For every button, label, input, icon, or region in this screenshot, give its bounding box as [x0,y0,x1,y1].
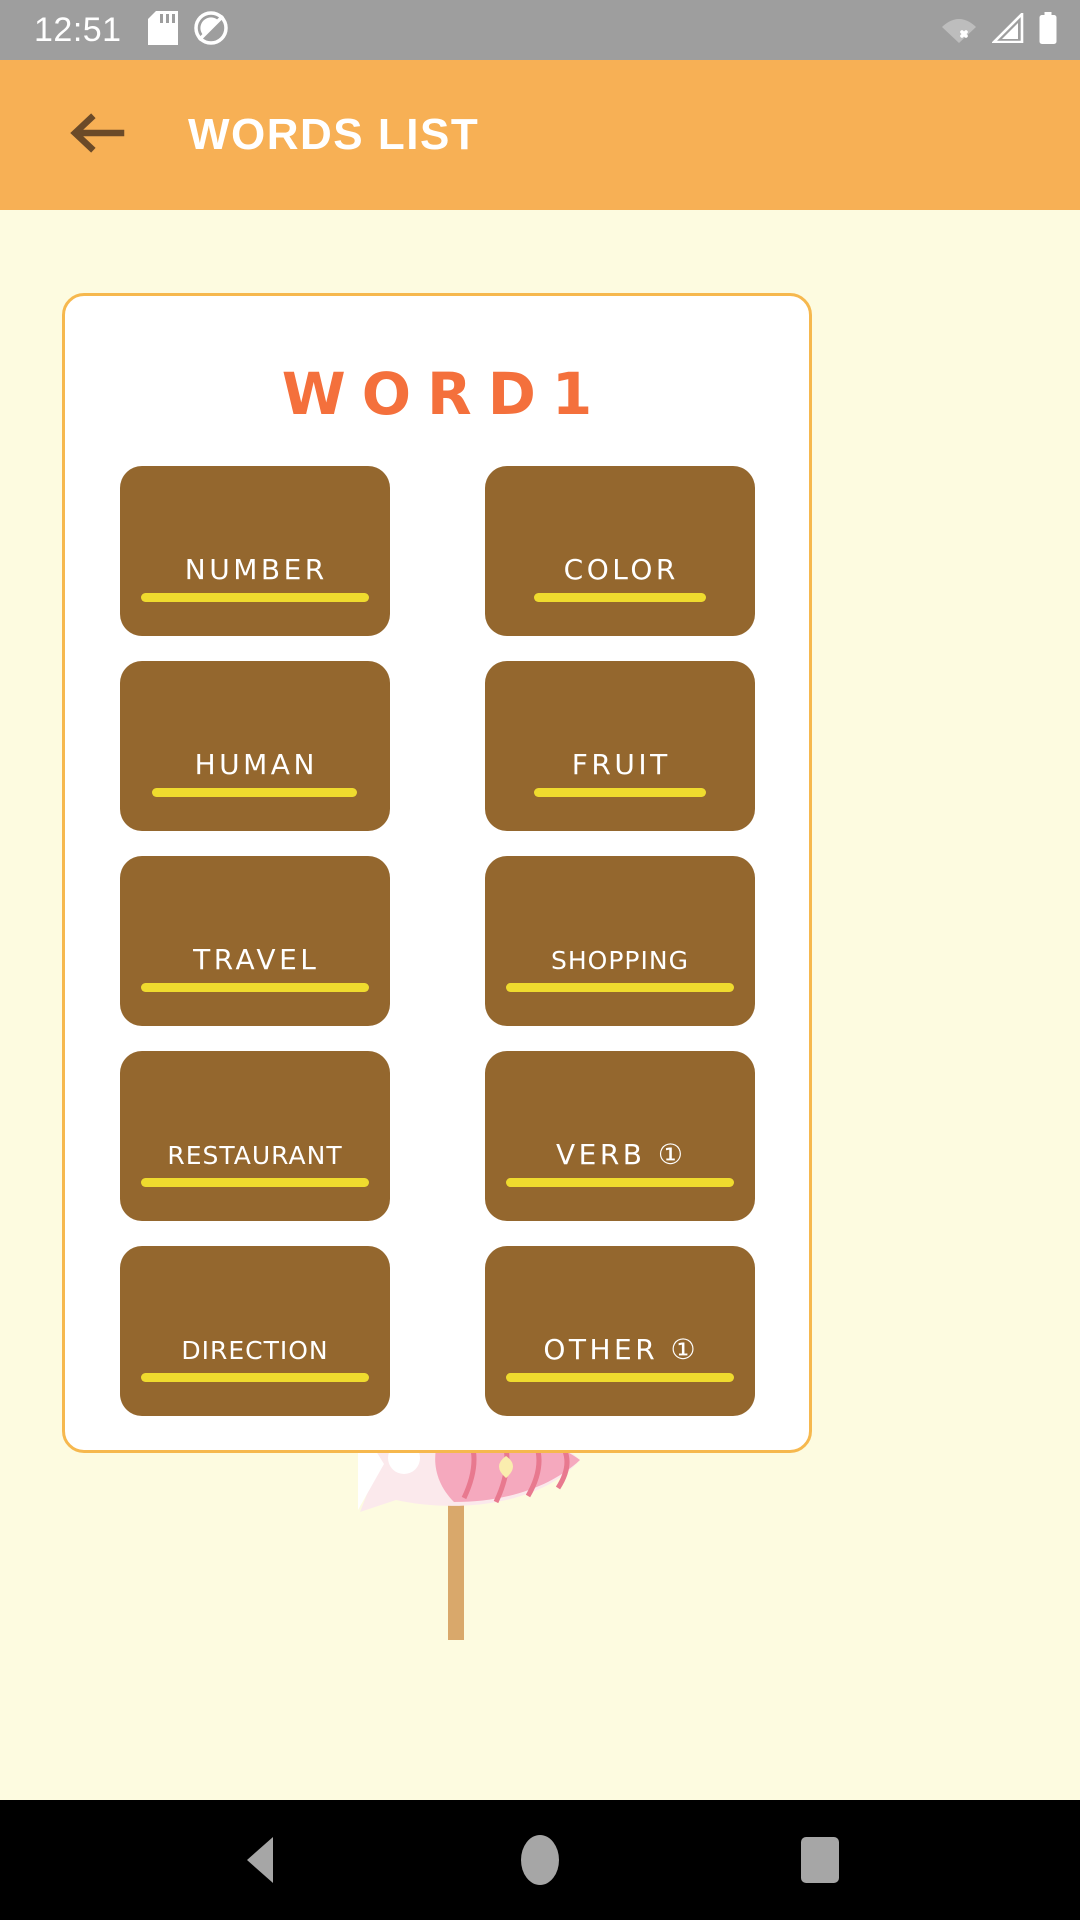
word-button-other-1[interactable]: OTHER ① [484,1246,755,1416]
data-saver-off-icon [193,10,228,50]
nav-back-button[interactable] [215,1815,305,1905]
word-button-underline [152,788,357,797]
nav-home-button[interactable] [495,1815,585,1905]
word-button-underline [140,983,369,992]
phone-screen: 12:51 WORDS LIST WORD1 NUMBER COLOR HUMA… [0,0,1080,1920]
word-button-underline [505,1178,734,1187]
word-button-underline [533,593,706,602]
wifi-off-icon [940,13,978,48]
status-bar: 12:51 [0,0,1080,60]
word-button-underline [505,1373,734,1382]
content-area: WORD1 NUMBER COLOR HUMAN FRUIT TRAVEL SH… [0,210,1080,1800]
status-clock: 12:51 [34,11,122,49]
word-button-underline [140,593,369,602]
word-button-travel[interactable]: TRAVEL [119,856,390,1026]
word-button-color[interactable]: COLOR [484,466,755,636]
word-button-label: OTHER ① [543,1332,700,1366]
word-button-underline [533,788,706,797]
nav-recents-button[interactable] [775,1815,865,1905]
card-title: WORD1 [281,360,609,428]
word-button-underline [505,983,734,992]
status-left-icons [147,10,228,50]
cellular-signal-icon [990,10,1024,48]
word-button-shopping[interactable]: SHOPPING [484,856,755,1026]
word-button-label: FRUIT [571,747,671,781]
word-button-verb-1[interactable]: VERB ① [484,1051,755,1221]
sd-card-icon [147,10,178,50]
word-button-label: HUMAN [194,747,318,781]
home-circle-icon [521,1835,559,1885]
battery-full-icon [1038,11,1058,49]
word-list-card: WORD1 NUMBER COLOR HUMAN FRUIT TRAVEL SH… [62,293,812,1453]
word-button-label: COLOR [563,552,679,586]
word-button-label: VERB ① [555,1137,687,1171]
status-right-icons [940,10,1058,49]
word-button-number[interactable]: NUMBER [119,466,390,636]
word-button-label: TRAVEL [193,942,320,976]
android-navigation-bar [0,1800,1080,1920]
word-button-label: SHOPPING [551,945,689,975]
word-button-label: DIRECTION [181,1335,329,1365]
word-button-grid: NUMBER COLOR HUMAN FRUIT TRAVEL SHOPPING… [65,466,809,1416]
back-triangle-icon [247,1837,273,1883]
back-arrow-icon [69,110,125,161]
word-button-label: RESTAURANT [167,1140,343,1170]
word-button-fruit[interactable]: FRUIT [484,661,755,831]
back-button[interactable] [62,100,132,170]
word-button-human[interactable]: HUMAN [119,661,390,831]
app-bar: WORDS LIST [0,60,1080,210]
word-button-direction[interactable]: DIRECTION [119,1246,390,1416]
word-button-restaurant[interactable]: RESTAURANT [119,1051,390,1221]
page-title: WORDS LIST [188,110,480,159]
word-button-underline [140,1373,369,1382]
recents-square-icon [801,1837,839,1883]
word-button-underline [140,1178,369,1187]
word-button-label: NUMBER [184,552,328,586]
